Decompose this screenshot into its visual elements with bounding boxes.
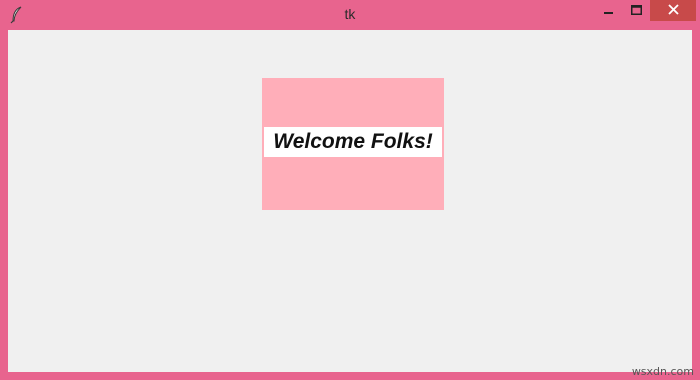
welcome-label: Welcome Folks!	[264, 127, 442, 157]
minimize-icon	[604, 2, 614, 20]
window-title: tk	[344, 6, 356, 22]
pink-frame: Welcome Folks!	[262, 78, 444, 210]
title-bar[interactable]: tk	[0, 0, 700, 30]
close-button[interactable]	[650, 0, 696, 21]
close-icon	[667, 2, 679, 20]
minimize-button[interactable]	[596, 0, 622, 22]
app-window: tk Welcome Folks! wsxdn.com	[0, 0, 700, 380]
window-client-area: Welcome Folks!	[8, 30, 692, 372]
maximize-button[interactable]	[622, 0, 650, 22]
watermark-text: wsxdn.com	[631, 365, 694, 378]
maximize-icon	[630, 2, 642, 20]
